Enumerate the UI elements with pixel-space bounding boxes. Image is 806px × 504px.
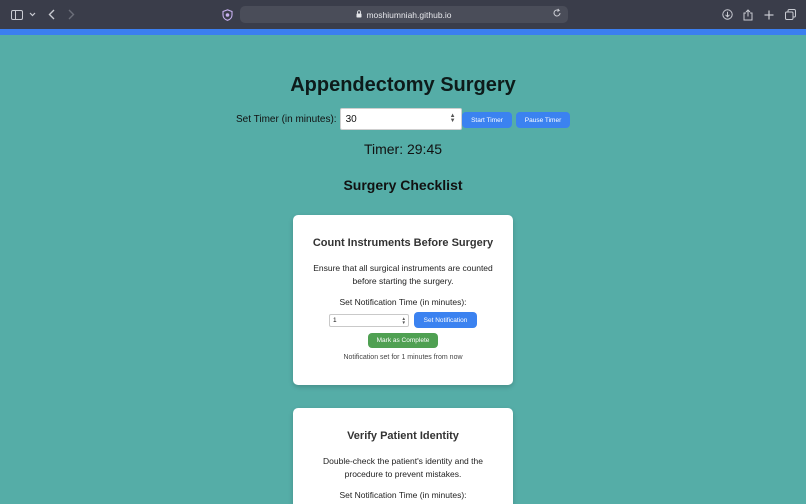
card-title: Verify Patient Identity: [347, 430, 459, 442]
notification-minutes-input[interactable]: 1 ▲ ▼: [329, 314, 409, 327]
reload-icon[interactable]: [552, 8, 562, 20]
checklist-card: Verify Patient Identity Double-check the…: [293, 408, 513, 504]
start-timer-button[interactable]: Start Timer: [462, 112, 512, 128]
notification-status: Notification set for 1 minutes from now: [343, 354, 463, 361]
card-title: Count Instruments Before Surgery: [312, 237, 494, 249]
tabs-icon[interactable]: [784, 0, 796, 29]
browser-toolbar: moshiumniah.github.io: [0, 0, 806, 29]
notification-time-label: Set Notification Time (in minutes):: [339, 297, 467, 307]
url-text: moshiumniah.github.io: [366, 9, 452, 20]
download-icon[interactable]: [721, 0, 733, 29]
card-description: Ensure that all surgical instruments are…: [313, 263, 493, 286]
checklist-title: Surgery Checklist: [343, 177, 463, 193]
new-tab-icon[interactable]: [763, 0, 775, 29]
chevron-down-icon[interactable]: [28, 0, 36, 29]
timer-label: Set Timer (in minutes):: [236, 113, 337, 125]
shield-icon[interactable]: [221, 0, 233, 29]
notification-time-label: Set Notification Time (in minutes):: [339, 490, 467, 500]
address-bar[interactable]: moshiumniah.github.io: [240, 6, 568, 23]
checklist-card: Count Instruments Before Surgery Ensure …: [293, 215, 513, 385]
spinner-icon[interactable]: ▲ ▼: [402, 316, 406, 325]
back-icon[interactable]: [46, 0, 56, 29]
timer-minutes-input[interactable]: 30 ▲ ▼: [339, 108, 462, 130]
page-title: Appendectomy Surgery: [290, 74, 516, 96]
spinner-icon[interactable]: ▲ ▼: [450, 113, 456, 124]
card-description: Double-check the patient's identity and …: [323, 456, 483, 479]
sidebar-icon[interactable]: [10, 0, 24, 29]
timer-input-value: 30: [345, 113, 357, 125]
share-icon[interactable]: [742, 0, 754, 29]
timer-row: Set Timer (in minutes): 30 ▲ ▼: [236, 108, 462, 130]
set-notification-button[interactable]: Set Notification: [414, 312, 477, 328]
notification-input-value: 1: [333, 317, 337, 324]
pause-timer-button[interactable]: Pause Timer: [516, 112, 570, 128]
forward-icon[interactable]: [66, 0, 76, 29]
mark-complete-button[interactable]: Mark as Complete: [368, 333, 438, 348]
timer-display: Timer: 29:45: [363, 141, 443, 157]
accent-bar: [0, 29, 806, 35]
lock-icon: [356, 9, 362, 20]
